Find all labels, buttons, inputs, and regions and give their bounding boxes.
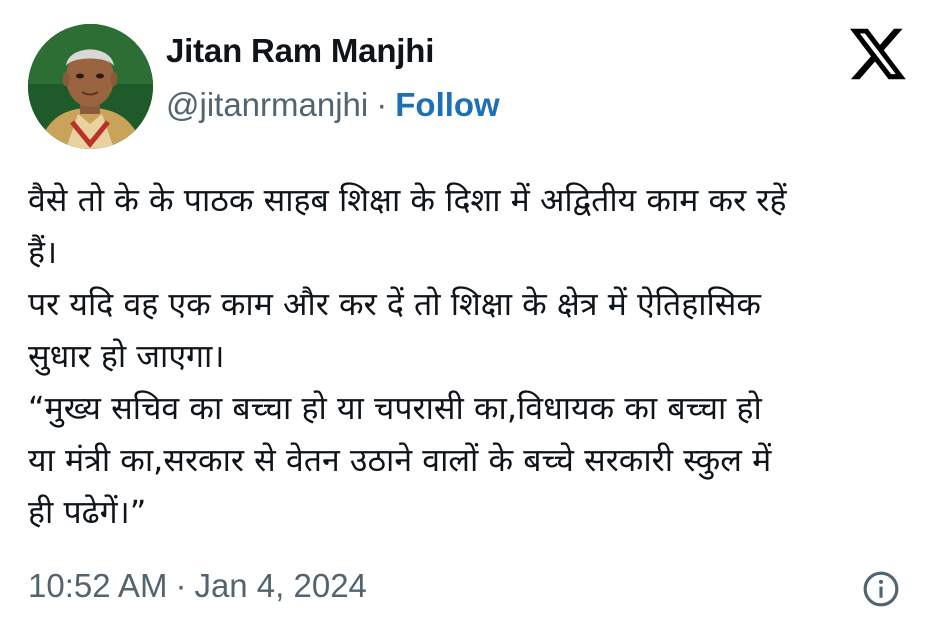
author-handle[interactable]: @jitanrmanjhi	[166, 86, 368, 123]
profile-photo	[28, 24, 153, 149]
info-icon-graphic	[863, 571, 899, 607]
avatar[interactable]	[28, 24, 153, 149]
author-display-name[interactable]: Jitan Ram Manjhi	[166, 32, 434, 70]
tweet-line: या मंत्री का,सरकार से वेतन उठाने वालों क…	[28, 441, 772, 479]
timestamp-separator: ·	[175, 567, 187, 604]
author-handle-row: @jitanrmanjhi · Follow	[166, 86, 500, 124]
tweet-date: Jan 4, 2024	[194, 567, 367, 604]
tweet-timestamp[interactable]: 10:52 AM · Jan 4, 2024	[28, 567, 367, 605]
x-logo-graphic	[850, 28, 906, 80]
tweet-line: वैसे तो के के पाठक साहब शिक्षा के दिशा म…	[28, 181, 787, 219]
follow-button[interactable]: Follow	[395, 86, 499, 123]
tweet-line: ही पढेगें।”	[28, 493, 147, 531]
tweet-time: 10:52 AM	[28, 567, 168, 604]
info-icon[interactable]	[862, 570, 900, 608]
tweet-text: वैसे तो के के पाठक साहब शिक्षा के दिशा म…	[28, 174, 908, 538]
tweet-line: हैं।	[28, 233, 58, 271]
tweet-line: “मुख्य सचिव का बच्चा हो या चपरासी का,विध…	[28, 389, 762, 427]
handle-separator: ·	[376, 86, 388, 123]
tweet-line: सुधार हो जाएगा।	[28, 337, 225, 375]
tweet-line: पर यदि वह एक काम और कर दें तो शिक्षा के …	[28, 285, 762, 323]
x-logo-icon[interactable]	[850, 28, 906, 80]
